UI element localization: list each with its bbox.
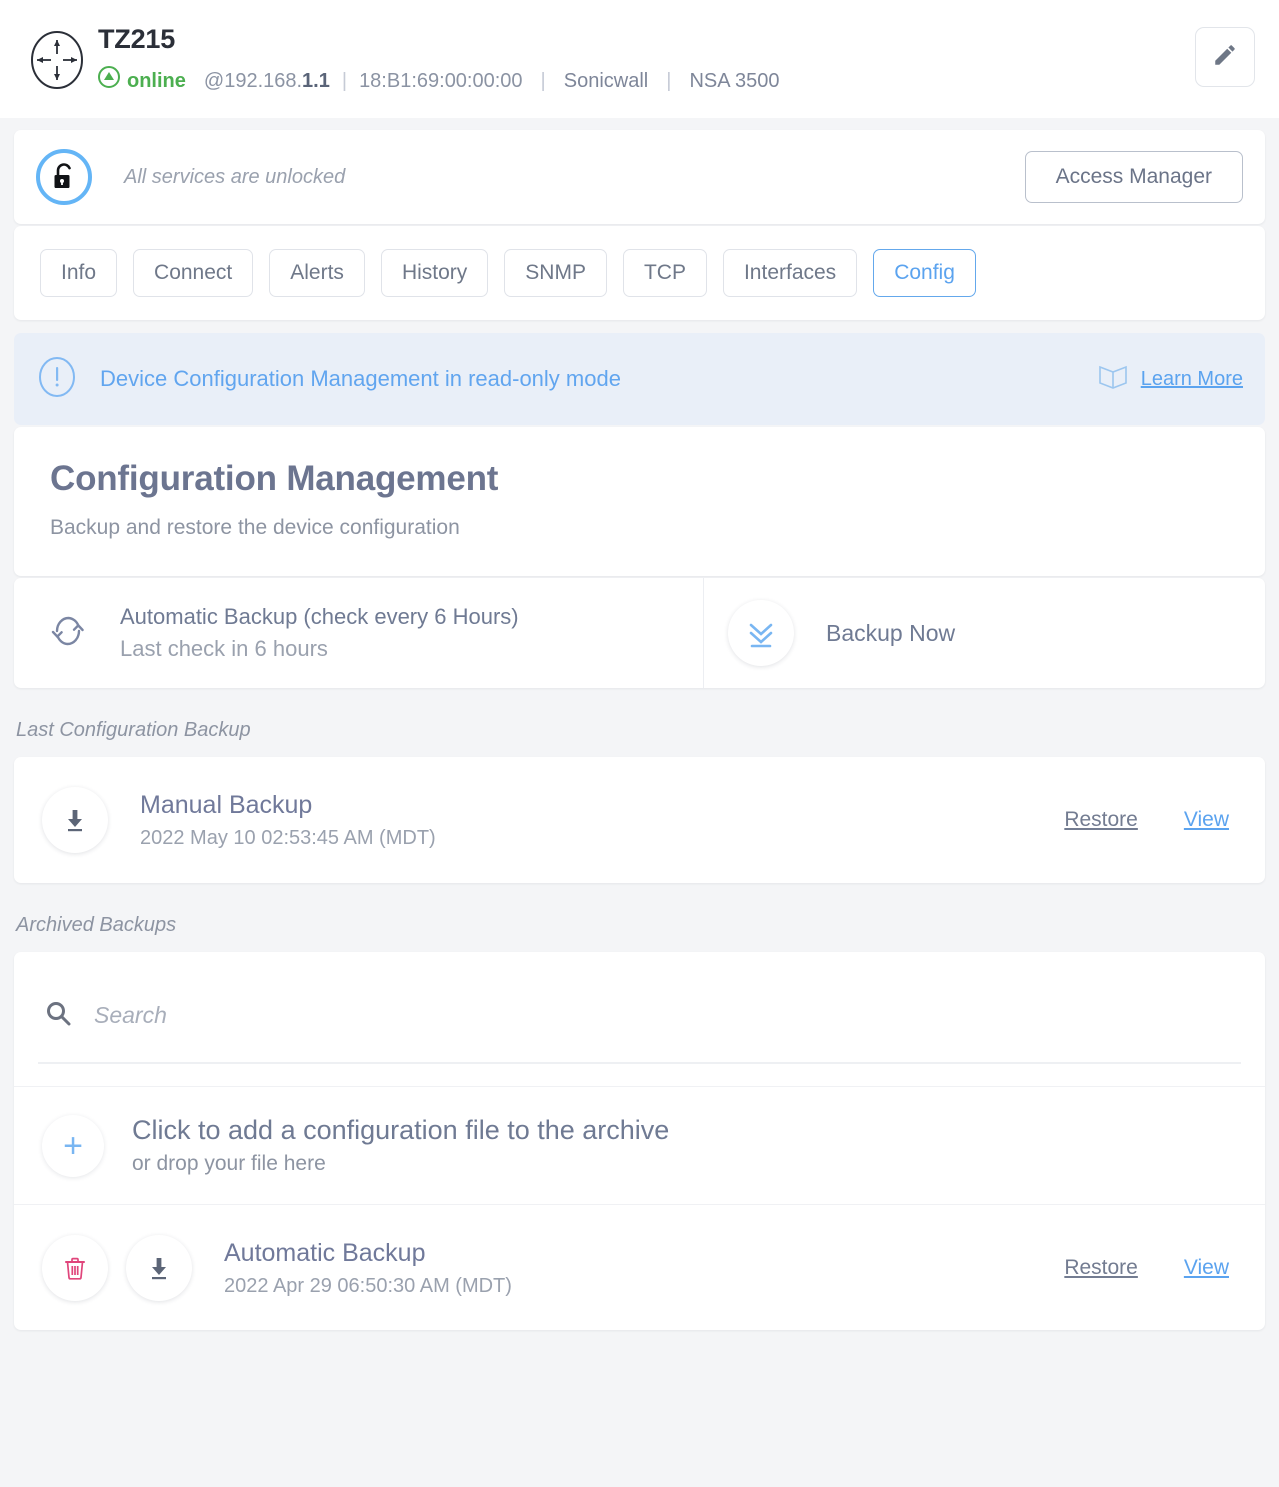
archived-backup-icons bbox=[42, 1234, 192, 1301]
device-address-suffix: 1.1 bbox=[302, 69, 330, 92]
status-up-icon bbox=[98, 66, 127, 95]
search-icon bbox=[44, 999, 72, 1032]
learn-more-link[interactable]: Learn More bbox=[1098, 363, 1243, 396]
tab-interfaces[interactable]: Interfaces bbox=[722, 249, 858, 297]
tab-alerts[interactable]: Alerts bbox=[269, 249, 365, 297]
backup-actions-row: Automatic Backup (check every 6 Hours) L… bbox=[14, 578, 1265, 688]
status-label: online bbox=[127, 69, 186, 92]
last-backup-info: Manual Backup 2022 May 10 02:53:45 AM (M… bbox=[140, 789, 1064, 851]
tab-snmp[interactable]: SNMP bbox=[504, 249, 607, 297]
device-mac: 18:B1:69:00:00:00 bbox=[359, 69, 523, 92]
divider: | bbox=[341, 69, 348, 92]
automatic-backup-title: Automatic Backup (check every 6 Hours) bbox=[120, 604, 519, 629]
page-title: Configuration Management bbox=[50, 459, 499, 498]
search-input[interactable] bbox=[94, 1001, 1235, 1029]
add-file-texts: Click to add a configuration file to the… bbox=[132, 1113, 669, 1178]
view-link[interactable]: View bbox=[1184, 808, 1229, 832]
tab-tcp[interactable]: TCP bbox=[622, 249, 707, 297]
backup-now-cell[interactable]: Backup Now bbox=[703, 578, 1265, 688]
tab-history[interactable]: History bbox=[380, 249, 489, 297]
pencil-icon bbox=[1212, 42, 1238, 73]
view-link[interactable]: View bbox=[1184, 1256, 1229, 1280]
add-configuration-file-dropzone[interactable]: + Click to add a configuration file to t… bbox=[14, 1086, 1265, 1204]
archived-backup-date: 2022 Apr 29 06:50:30 AM (MDT) bbox=[224, 1274, 512, 1297]
trash-icon[interactable] bbox=[42, 1234, 108, 1301]
restore-link[interactable]: Restore bbox=[1064, 1256, 1138, 1280]
last-backup-links: Restore View bbox=[1064, 808, 1237, 832]
last-backup-section-label: Last Configuration Backup bbox=[16, 719, 251, 741]
automatic-backup-texts: Automatic Backup (check every 6 Hours) L… bbox=[120, 602, 519, 664]
archived-backup-info: Automatic Backup 2022 Apr 29 06:50:30 AM… bbox=[224, 1237, 1064, 1299]
automatic-backup-cell[interactable]: Automatic Backup (check every 6 Hours) L… bbox=[14, 578, 703, 688]
unlocked-padlock-icon bbox=[36, 149, 92, 205]
notice-left: Device Configuration Management in read-… bbox=[36, 356, 1098, 403]
edit-device-button[interactable] bbox=[1195, 27, 1255, 87]
page-subtitle: Backup and restore the device configurat… bbox=[50, 516, 460, 539]
readonly-notice-banner: Device Configuration Management in read-… bbox=[14, 333, 1265, 425]
tab-info[interactable]: Info bbox=[40, 249, 118, 297]
config-title-card: Configuration Management Backup and rest… bbox=[14, 427, 1265, 576]
add-file-subtitle: or drop your file here bbox=[132, 1152, 326, 1175]
download-icon[interactable] bbox=[42, 787, 108, 853]
learn-more-label: Learn More bbox=[1140, 367, 1243, 390]
archived-backups-card: + Click to add a configuration file to t… bbox=[14, 952, 1265, 1330]
archived-backups-section-label: Archived Backups bbox=[16, 914, 177, 936]
device-header: TZ215 online @192.168.1.1 | 18:B1:69:00:… bbox=[0, 0, 1279, 118]
divider: | bbox=[666, 69, 672, 92]
router-converge-icon bbox=[27, 30, 87, 90]
backup-now-label: Backup Now bbox=[826, 619, 956, 646]
device-model: NSA 3500 bbox=[689, 69, 780, 92]
tab-bar: Info Connect Alerts History SNMP TCP Int… bbox=[14, 226, 1265, 320]
status-badge: online bbox=[98, 66, 186, 95]
access-manager-button[interactable]: Access Manager bbox=[1024, 151, 1243, 203]
download-icon[interactable] bbox=[126, 1234, 192, 1301]
last-backup-row: Manual Backup 2022 May 10 02:53:45 AM (M… bbox=[14, 757, 1265, 883]
search-divider bbox=[38, 1062, 1241, 1064]
device-address: @192.168.1.1 bbox=[204, 68, 330, 94]
exclamation-circle-icon bbox=[36, 356, 78, 403]
plus-icon[interactable]: + bbox=[42, 1114, 104, 1177]
archived-backup-name: Automatic Backup bbox=[224, 1238, 426, 1267]
device-meta: TZ215 online @192.168.1.1 | 18:B1:69:00:… bbox=[90, 16, 1255, 95]
book-icon bbox=[1098, 363, 1128, 396]
download-chevrons-icon[interactable] bbox=[728, 600, 794, 666]
page-body: All services are unlocked Access Manager… bbox=[0, 130, 1279, 1330]
sync-refresh-icon bbox=[44, 607, 92, 660]
add-file-title: Click to add a configuration file to the… bbox=[132, 1115, 670, 1145]
divider: | bbox=[540, 69, 546, 92]
device-name: TZ215 bbox=[98, 24, 176, 54]
device-address-prefix: @192.168. bbox=[203, 69, 303, 92]
device-vendor: Sonicwall bbox=[563, 69, 649, 92]
automatic-backup-subtitle: Last check in 6 hours bbox=[120, 636, 328, 661]
search-bar bbox=[14, 952, 1265, 1048]
device-subheader: online @192.168.1.1 | 18:B1:69:00:00:00 … bbox=[98, 66, 1255, 95]
access-status-text: All services are unlocked bbox=[124, 165, 346, 188]
archived-backup-links: Restore View bbox=[1064, 1256, 1237, 1280]
restore-link[interactable]: Restore bbox=[1064, 808, 1138, 832]
device-icon-wrap bbox=[24, 16, 90, 90]
last-backup-name: Manual Backup bbox=[140, 791, 313, 819]
tab-config[interactable]: Config bbox=[873, 249, 976, 297]
notice-text: Device Configuration Management in read-… bbox=[100, 366, 621, 391]
archived-backup-row: Automatic Backup 2022 Apr 29 06:50:30 AM… bbox=[14, 1204, 1265, 1330]
last-backup-icons bbox=[42, 787, 108, 853]
tab-connect[interactable]: Connect bbox=[133, 249, 254, 297]
access-manager-bar: All services are unlocked Access Manager bbox=[14, 130, 1265, 224]
last-backup-date: 2022 May 10 02:53:45 AM (MDT) bbox=[140, 827, 436, 849]
